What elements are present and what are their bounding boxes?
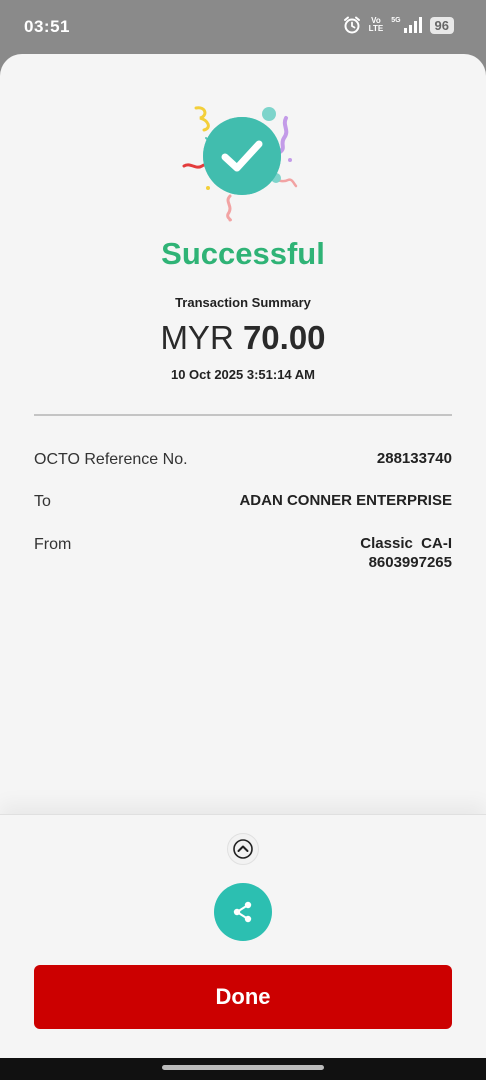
action-panel: Done <box>0 814 486 1058</box>
from-account-number: 8603997265 <box>368 554 452 571</box>
signal-icon: 5G <box>391 17 422 33</box>
from-value: Classic CA-I 8603997265 <box>360 534 452 572</box>
home-gesture-handle[interactable] <box>162 1065 324 1070</box>
status-time: 03:51 <box>24 17 70 36</box>
summary-label: Transaction Summary <box>175 295 311 310</box>
status-title: Successful <box>161 236 325 271</box>
alarm-icon <box>343 16 361 34</box>
to-value: ADAN CONNER ENTERPRISE <box>239 492 452 509</box>
volte-bottom: LTE <box>368 24 384 33</box>
to-label: To <box>34 493 51 510</box>
amount-currency: MYR <box>160 319 234 356</box>
success-celebration-icon <box>178 104 308 222</box>
amount: MYR 70.00 <box>0 319 486 357</box>
from-account-name: Classic CA-I <box>360 535 452 552</box>
amount-value: 70.00 <box>242 319 326 356</box>
divider <box>34 414 452 416</box>
status-icons: Vo LTE 5G 96 <box>343 16 454 34</box>
transaction-datetime: 10 Oct 2025 3:51:14 AM <box>170 367 316 382</box>
share-icon <box>233 901 252 923</box>
receipt-sheet: Successful Transaction Summary MYR 70.00… <box>0 54 486 1058</box>
from-label: From <box>34 536 72 553</box>
status-bar: 03:51 Vo LTE 5G 96 <box>0 0 486 54</box>
navigation-bar <box>0 1058 486 1080</box>
share-button[interactable] <box>214 883 272 941</box>
reference-label: OCTO Reference No. <box>34 451 188 468</box>
network-type: 5G <box>391 17 401 24</box>
chevron-up-icon <box>233 839 253 859</box>
battery-icon: 96 <box>429 16 454 34</box>
expand-button[interactable] <box>227 833 259 865</box>
done-button[interactable]: Done <box>34 965 452 1029</box>
volte-icon: Vo LTE <box>369 17 384 33</box>
reference-value: 288133740 <box>376 450 452 467</box>
